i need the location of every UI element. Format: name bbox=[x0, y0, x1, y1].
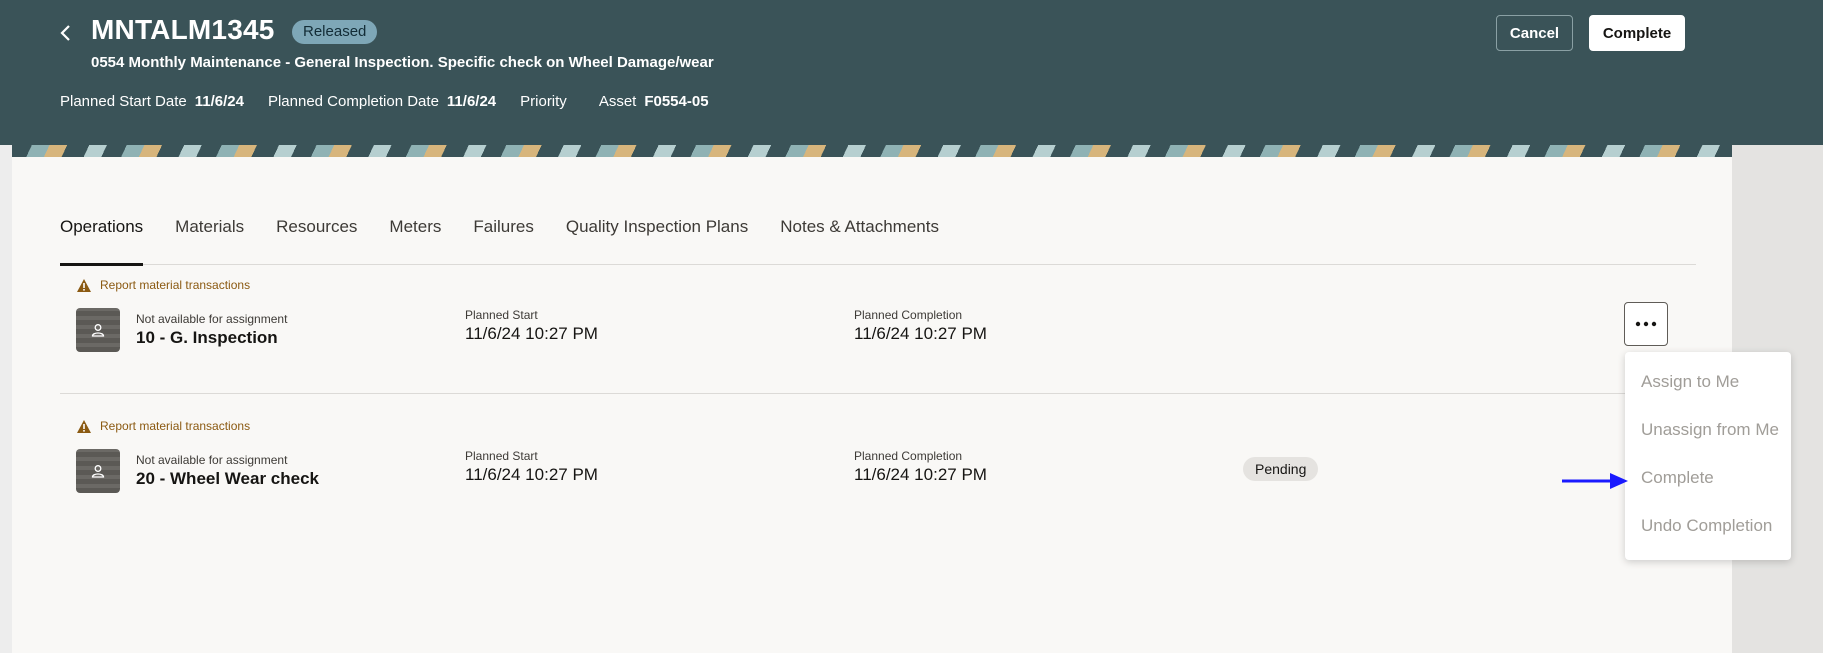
tab-meters[interactable]: Meters bbox=[389, 215, 441, 265]
tab-notes-attachments[interactable]: Notes & Attachments bbox=[780, 215, 939, 265]
complete-button[interactable]: Complete bbox=[1589, 15, 1685, 51]
meta-priority: Priority bbox=[520, 93, 575, 110]
status-badge: Pending bbox=[1243, 457, 1319, 481]
back-button[interactable] bbox=[56, 22, 74, 44]
planned-completion-value: 11/6/24 10:27 PM bbox=[854, 324, 987, 343]
warning-text: Report material transactions bbox=[100, 278, 251, 292]
page-header: MNTALM1345 Released 0554 Monthly Mainten… bbox=[0, 0, 1823, 145]
avatar bbox=[76, 308, 120, 352]
menu-item-unassign-from-me[interactable]: Unassign from Me bbox=[1625, 406, 1791, 454]
meta-planned-completion: Planned Completion Date 11/6/24 bbox=[268, 93, 496, 110]
assignment-status: Not available for assignment bbox=[136, 312, 288, 326]
actions-menu: Assign to Me Unassign from Me Complete U… bbox=[1625, 352, 1791, 560]
tab-quality-inspection-plans[interactable]: Quality Inspection Plans bbox=[566, 215, 748, 265]
planned-start-label: Planned Start bbox=[465, 449, 538, 463]
meta-value: 11/6/24 bbox=[446, 93, 497, 110]
tab-operations[interactable]: Operations bbox=[60, 215, 144, 266]
avatar bbox=[76, 449, 120, 493]
person-icon bbox=[91, 324, 105, 337]
meta-label: Planned Completion Date bbox=[267, 93, 439, 110]
planned-completion-label: Planned Completion bbox=[854, 449, 963, 463]
page-subtitle: 0554 Monthly Maintenance - General Inspe… bbox=[91, 54, 714, 71]
warning-icon bbox=[77, 419, 91, 433]
status-badge: Released bbox=[292, 20, 378, 44]
warning-message[interactable]: Report material transactions bbox=[77, 419, 250, 433]
planned-start-value: 11/6/24 10:27 PM bbox=[465, 324, 598, 343]
planned-completion-label: Planned Completion bbox=[854, 308, 963, 322]
more-icon bbox=[1635, 321, 1657, 327]
meta-label: Priority bbox=[520, 93, 567, 110]
tab-materials[interactable]: Materials bbox=[175, 215, 244, 265]
warning-message[interactable]: Report material transactions bbox=[77, 278, 250, 292]
meta-planned-start: Planned Start Date 11/6/24 bbox=[60, 93, 244, 110]
warning-text: Report material transactions bbox=[100, 419, 251, 433]
person-icon bbox=[91, 465, 105, 478]
tab-resources[interactable]: Resources bbox=[276, 215, 357, 265]
tab-failures[interactable]: Failures bbox=[473, 215, 533, 265]
page-title: MNTALM1345 bbox=[91, 14, 275, 45]
menu-item-complete[interactable]: Complete bbox=[1625, 454, 1791, 502]
chevron-left-icon bbox=[60, 25, 70, 41]
operation-name[interactable]: 10 - G. Inspection bbox=[136, 328, 278, 348]
assignment-status: Not available for assignment bbox=[136, 453, 288, 467]
meta-label: Asset bbox=[598, 93, 637, 110]
warning-icon bbox=[77, 278, 91, 292]
meta-value: F0554-05 bbox=[644, 93, 709, 110]
meta-label: Planned Start Date bbox=[60, 93, 187, 110]
planned-completion-value: 11/6/24 10:27 PM bbox=[854, 465, 987, 484]
operation-name[interactable]: 20 - Wheel Wear check bbox=[136, 469, 319, 489]
main-panel: Operations Materials Resources Meters Fa… bbox=[12, 157, 1732, 653]
more-actions-button[interactable] bbox=[1624, 302, 1668, 346]
menu-item-assign-to-me[interactable]: Assign to Me bbox=[1625, 358, 1791, 406]
cancel-button[interactable]: Cancel bbox=[1496, 15, 1573, 51]
meta-asset: Asset F0554-05 bbox=[599, 93, 709, 110]
planned-start-label: Planned Start bbox=[465, 308, 538, 322]
pointer-arrow-icon bbox=[1562, 473, 1628, 489]
tab-bar: Operations Materials Resources Meters Fa… bbox=[60, 215, 1696, 266]
header-pattern bbox=[12, 145, 1732, 157]
menu-item-undo-completion[interactable]: Undo Completion bbox=[1625, 502, 1791, 550]
header-meta: Planned Start Date 11/6/24 Planned Compl… bbox=[60, 93, 733, 110]
planned-start-value: 11/6/24 10:27 PM bbox=[465, 465, 598, 484]
operation-row[interactable]: Report material transactions Not availab… bbox=[60, 419, 1696, 535]
operation-row[interactable]: Report material transactions Not availab… bbox=[60, 278, 1696, 394]
meta-value: 11/6/24 bbox=[194, 93, 244, 110]
